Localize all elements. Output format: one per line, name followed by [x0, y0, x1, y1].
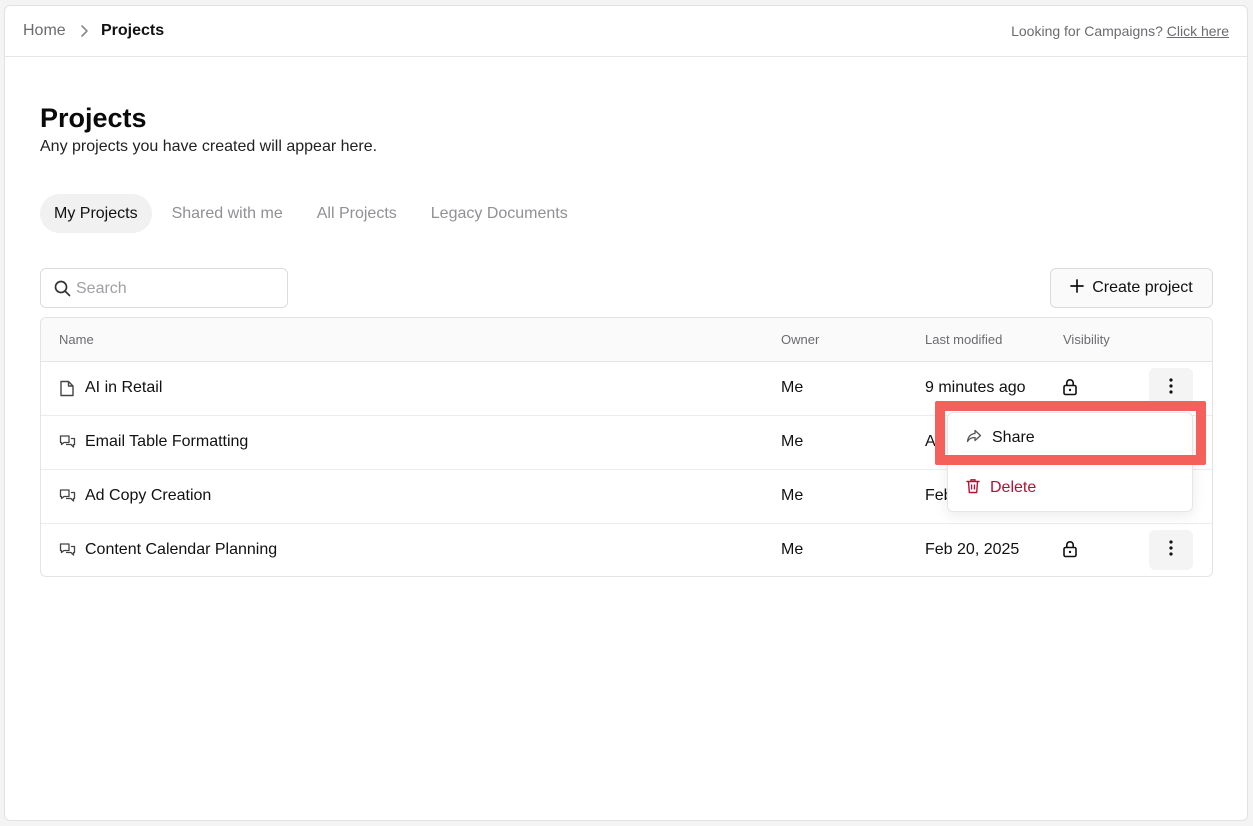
- menu-item-delete-label: Delete: [990, 479, 1037, 496]
- column-visibility[interactable]: Visibility: [1063, 332, 1110, 347]
- menu-item-share-label: Share: [992, 429, 1035, 446]
- plus-icon: [1070, 278, 1085, 298]
- project-owner: Me: [781, 487, 804, 504]
- project-modified: A: [925, 433, 936, 450]
- tab-my-projects[interactable]: My Projects: [40, 194, 152, 233]
- tab-legacy-documents[interactable]: Legacy Documents: [417, 194, 582, 233]
- project-modified: Feb 20, 2025: [925, 541, 1020, 558]
- breadcrumb-current: Projects: [101, 22, 165, 39]
- page-subtitle: Any projects you have created will appea…: [40, 138, 378, 155]
- campaigns-hint-text: Looking for Campaigns?: [1011, 23, 1163, 39]
- row-actions-button[interactable]: [1149, 530, 1193, 570]
- table-row[interactable]: Content Calendar Planning Me Feb 20, 202…: [41, 524, 1212, 578]
- column-name[interactable]: Name: [59, 332, 94, 347]
- create-project-label: Create project: [1092, 279, 1193, 296]
- more-vertical-icon: [1169, 539, 1173, 561]
- project-name[interactable]: Ad Copy Creation: [85, 487, 211, 505]
- top-bar: Home Projects Looking for Campaigns? Cli…: [5, 6, 1247, 57]
- chat-icon: [59, 488, 76, 510]
- chat-icon: [59, 434, 76, 456]
- column-owner[interactable]: Owner: [781, 332, 819, 347]
- project-name[interactable]: Email Table Formatting: [85, 433, 248, 451]
- table-header: Name Owner Last modified Visibility: [41, 318, 1212, 362]
- table-row[interactable]: AI in Retail Me 9 minutes ago: [41, 362, 1212, 416]
- campaigns-hint: Looking for Campaigns? Click here: [1011, 23, 1229, 39]
- chevron-right-icon: [79, 24, 89, 43]
- document-icon: [59, 380, 75, 402]
- more-vertical-icon: [1169, 377, 1173, 399]
- search-input[interactable]: [76, 278, 276, 300]
- breadcrumb-home[interactable]: Home: [23, 22, 66, 40]
- row-context-menu: Share Delete: [947, 412, 1193, 512]
- create-project-button[interactable]: Create project: [1050, 268, 1213, 308]
- project-name[interactable]: AI in Retail: [85, 379, 162, 397]
- page-title: Projects: [40, 103, 147, 133]
- project-owner: Me: [781, 541, 804, 558]
- tab-shared-with-me[interactable]: Shared with me: [158, 194, 297, 233]
- project-owner: Me: [781, 379, 804, 396]
- project-modified: 9 minutes ago: [925, 379, 1026, 396]
- share-icon: [966, 429, 982, 448]
- search-box: [40, 268, 288, 308]
- chat-icon: [59, 542, 76, 564]
- row-actions-button[interactable]: [1149, 368, 1193, 408]
- campaigns-link[interactable]: Click here: [1167, 23, 1229, 39]
- lock-icon: [1062, 378, 1078, 401]
- column-last-modified[interactable]: Last modified: [925, 332, 1002, 347]
- lock-icon: [1062, 540, 1078, 563]
- tab-all-projects[interactable]: All Projects: [303, 194, 411, 233]
- project-name[interactable]: Content Calendar Planning: [85, 541, 277, 559]
- search-icon: [54, 280, 71, 302]
- project-owner: Me: [781, 433, 804, 450]
- menu-item-delete[interactable]: Delete: [948, 466, 1192, 510]
- menu-item-share[interactable]: Share: [948, 416, 1192, 460]
- project-tabs: My Projects Shared with me All Projects …: [40, 194, 588, 233]
- trash-icon: [966, 478, 980, 499]
